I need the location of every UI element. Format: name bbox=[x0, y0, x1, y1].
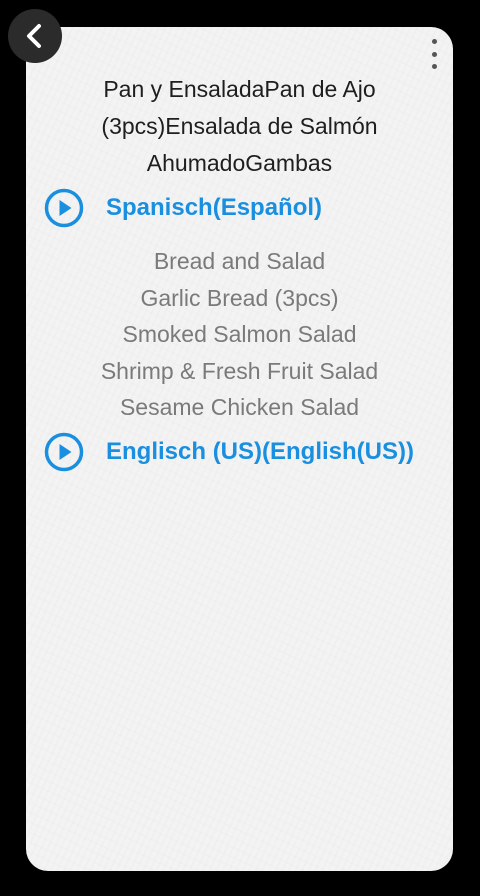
menu-dot bbox=[431, 39, 437, 44]
more-vertical-icon[interactable] bbox=[427, 39, 441, 69]
back-button[interactable] bbox=[8, 9, 62, 63]
translation-card: Pan y EnsaladaPan de Ajo (3pcs)Ensalada … bbox=[26, 27, 453, 871]
translation-line: Sesame Chicken Salad bbox=[119, 394, 360, 420]
menu-dot bbox=[431, 64, 437, 69]
translation-text: Bread and Salad Garlic Bread (3pcs) Smok… bbox=[46, 243, 433, 426]
translation-line: Smoked Salmon Salad bbox=[122, 321, 357, 347]
play-english-button[interactable]: Englisch (US)(English(US)) bbox=[44, 432, 414, 472]
play-circle-icon bbox=[44, 188, 84, 228]
menu-dot bbox=[431, 51, 437, 57]
spanish-language-label: Spanisch(Español) bbox=[106, 194, 323, 221]
translation-line: Shrimp & Fresh Fruit Salad bbox=[100, 357, 379, 384]
chevron-left-icon bbox=[27, 24, 41, 48]
play-spanish-button[interactable]: Spanisch(Español) bbox=[44, 188, 322, 228]
english-language-label: Englisch (US)(English(US)) bbox=[106, 438, 414, 465]
translation-line: Garlic Bread (3pcs) bbox=[140, 284, 339, 311]
play-circle-icon bbox=[44, 432, 84, 472]
translation-line: Bread and Salad bbox=[153, 248, 326, 274]
source-text: Pan y EnsaladaPan de Ajo (3pcs)Ensalada … bbox=[101, 76, 378, 176]
